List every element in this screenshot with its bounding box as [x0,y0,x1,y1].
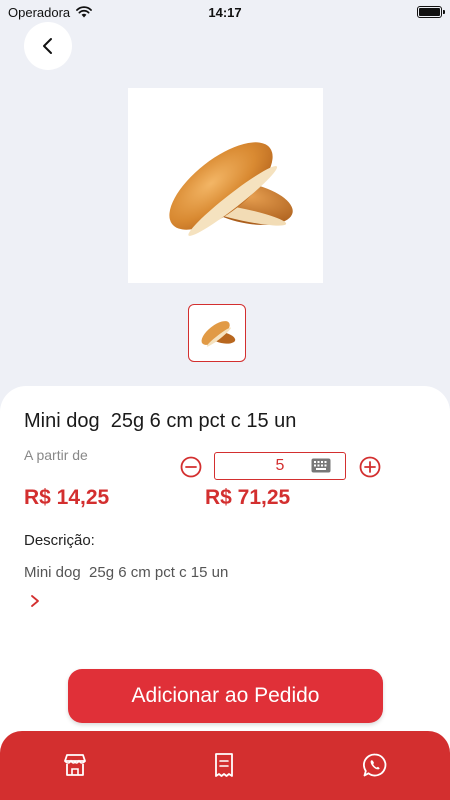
product-image [128,88,323,283]
unit-price: R$ 14,25 [24,486,110,509]
bread-image [168,141,293,236]
bottom-nav [0,731,450,800]
minus-circle-icon[interactable] [180,456,202,478]
store-icon [64,754,86,776]
product-title: Mini dog 25g 6 cm pct c 15 un [24,410,297,432]
from-price-label: A partir de [24,447,88,463]
add-to-order-button[interactable]: Adicionar ao Pedido [68,669,383,723]
receipt-icon [215,753,233,777]
back-button[interactable] [24,22,72,70]
status-bar: Operadora 14:17 [0,0,450,24]
battery-icon [417,6,445,18]
chevron-left-icon [43,38,52,54]
bread-thumbnail-image [201,321,236,347]
carrier-label: Operadora [8,4,71,20]
wifi-icon [76,6,93,18]
status-left: Operadora [8,4,93,20]
nav-orders-button[interactable] [210,751,238,779]
whatsapp-icon [363,753,387,777]
keyboard-icon[interactable] [311,458,331,473]
description-label: Descrição: [24,532,95,549]
plus-circle-icon[interactable] [359,456,381,478]
chevron-right-icon[interactable] [29,594,41,608]
quantity-value: 5 [275,457,285,474]
total-price: R$ 71,25 [205,486,291,509]
product-thumbnail[interactable] [188,304,246,362]
description-text: Mini dog 25g 6 cm pct c 15 un [24,564,229,581]
nav-whatsapp-button[interactable] [361,751,389,779]
quantity-input[interactable]: 5 [214,452,346,480]
nav-store-button[interactable] [61,751,89,779]
